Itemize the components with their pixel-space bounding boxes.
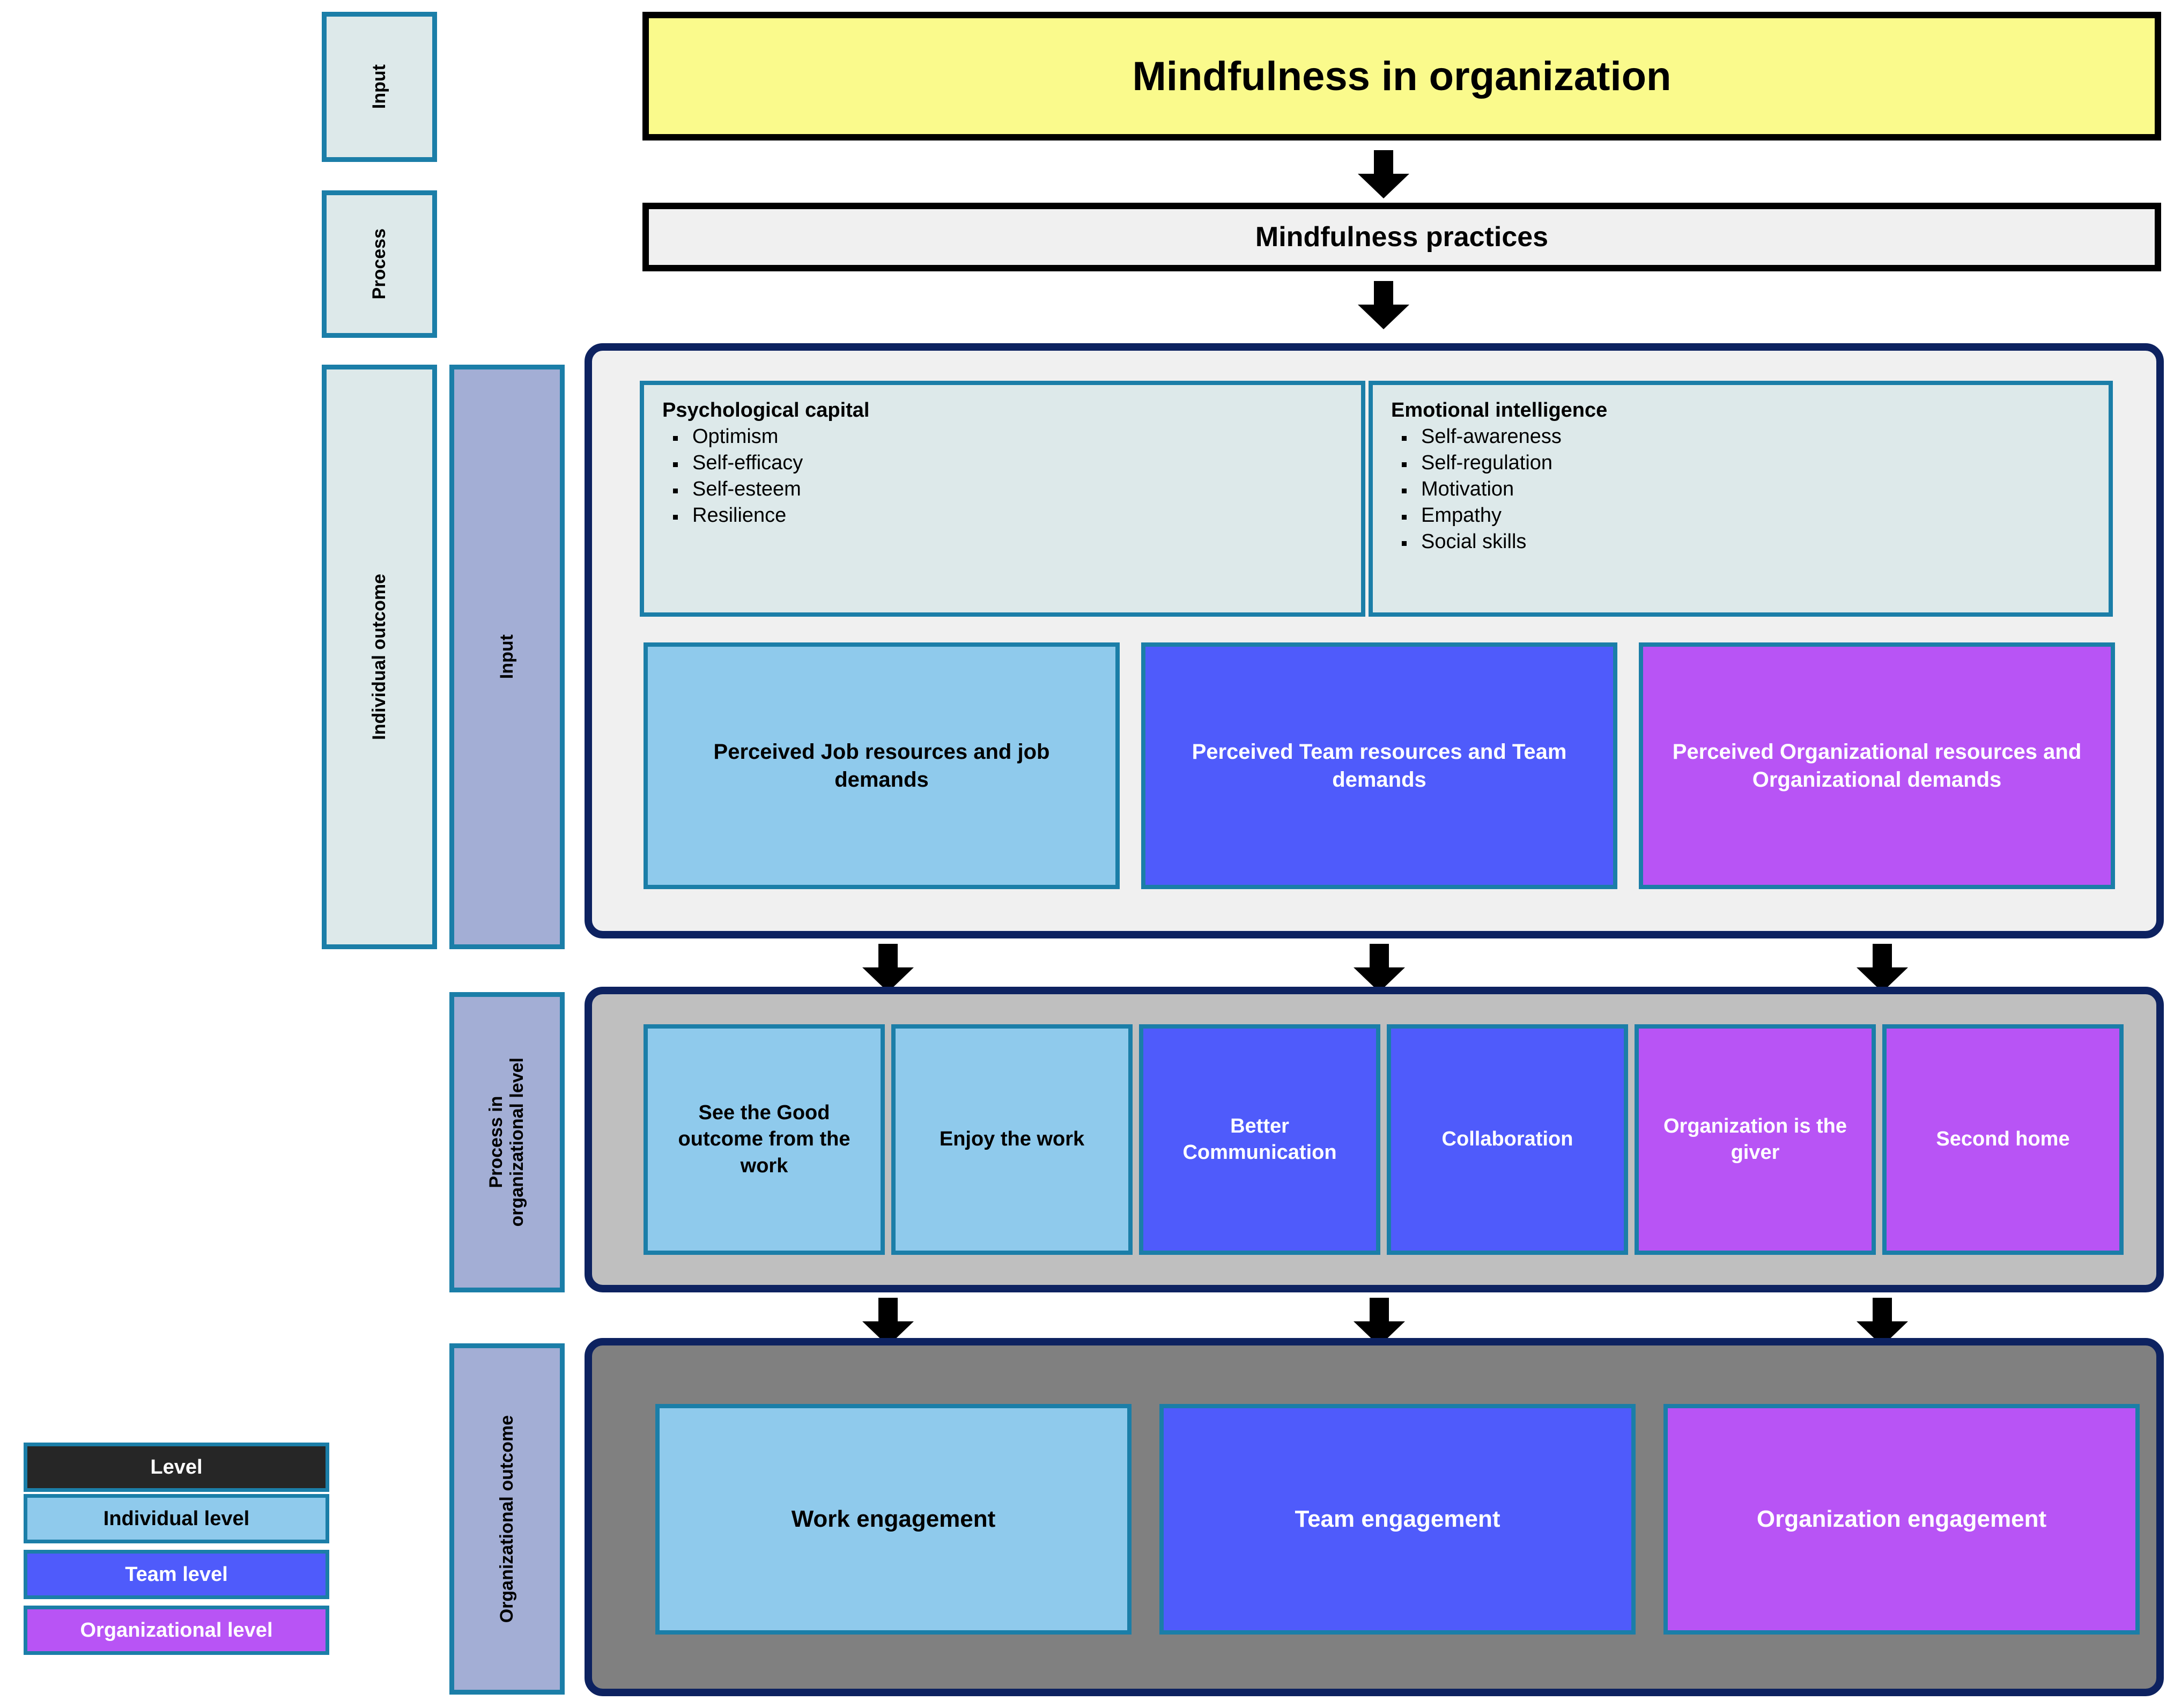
emotional-intelligence-card: Emotional intelligence Self-awareness Se… (1369, 381, 2113, 617)
psychological-capital-card: Psychological capital Optimism Self-effi… (640, 381, 1365, 617)
process-banner: Mindfulness practices (642, 203, 2161, 271)
outcome-work-engagement: Work engagement (655, 1404, 1132, 1635)
down-arrow-icon (1358, 281, 1409, 329)
arrow-individual-to-process-2 (1347, 944, 1411, 992)
stage-label-input-top-text: Input (368, 64, 389, 109)
stage-label-individual-outcome: Individual outcome (322, 365, 437, 949)
list-item: Self-awareness (1402, 425, 2090, 448)
outcome-organization-engagement: Organization engagement (1663, 1404, 2140, 1635)
process-item-label: Organization is the giver (1663, 1114, 1847, 1164)
perceived-team-resources-label: Perceived Team resources and Team demand… (1192, 740, 1567, 792)
outcome-label: Team engagement (1295, 1506, 1500, 1533)
list-item: Self-esteem (673, 478, 1343, 501)
arrow-individual-to-process-1 (856, 944, 920, 992)
process-item-collaboration: Collaboration (1387, 1024, 1628, 1255)
stage-label-input-inner-text: Input (496, 634, 517, 679)
stage-label-input-inner: Input (449, 365, 565, 949)
stage-label-input-top: Input (322, 12, 437, 162)
list-item: Self-efficacy (673, 452, 1343, 475)
perceived-organizational-resources-label: Perceived Organizational resources and O… (1672, 740, 2082, 792)
stage-label-process-top-text: Process (368, 228, 389, 300)
perceived-job-resources-label: Perceived Job resources and job demands (713, 740, 1050, 792)
stage-label-process-top: Process (322, 190, 437, 338)
psychological-capital-list: Optimism Self-efficacy Self-esteem Resil… (662, 425, 1343, 527)
down-arrow-icon (1857, 944, 1908, 992)
list-item: Social skills (1402, 530, 2090, 553)
perceived-organizational-resources-card: Perceived Organizational resources and O… (1639, 642, 2115, 889)
legend-item-individual-level: Individual level (24, 1494, 329, 1543)
stage-label-organizational-outcome-text: Organizational outcome (496, 1415, 517, 1623)
legend: Level Individual level Team level Organi… (24, 1443, 329, 1660)
emotional-intelligence-heading: Emotional intelligence (1391, 399, 1608, 422)
list-item: Optimism (673, 425, 1343, 448)
stage-label-process-org-level: Process in organizational level (449, 992, 565, 1292)
process-item-label: Second home (1936, 1128, 2070, 1151)
process-item-label: See the Good outcome from the work (678, 1101, 851, 1177)
process-banner-label: Mindfulness practices (1255, 221, 1549, 253)
process-item-enjoy-the-work: Enjoy the work (891, 1024, 1133, 1255)
arrow-individual-to-process-3 (1850, 944, 1914, 992)
perceived-team-resources-card: Perceived Team resources and Team demand… (1141, 642, 1617, 889)
stage-label-organizational-outcome: Organizational outcome (449, 1343, 565, 1695)
list-item: Empathy (1402, 504, 2090, 527)
arrow-title-to-practices (1351, 150, 1416, 198)
arrow-practices-to-individual (1351, 281, 1416, 329)
psychological-capital-heading: Psychological capital (662, 399, 870, 422)
legend-item-label: Individual level (103, 1507, 250, 1530)
process-item-better-communication: Better Communication (1139, 1024, 1380, 1255)
legend-header: Level (24, 1443, 329, 1492)
title-banner-label: Mindfulness in organization (1132, 53, 1672, 99)
legend-item-label: Organizational level (80, 1618, 273, 1642)
list-item: Resilience (673, 504, 1343, 527)
perceived-job-resources-card: Perceived Job resources and job demands (644, 642, 1120, 889)
stage-label-individual-outcome-text: Individual outcome (368, 574, 389, 740)
process-item-label: Enjoy the work (939, 1128, 1085, 1151)
process-item-organization-is-the-giver: Organization is the giver (1635, 1024, 1876, 1255)
outcome-label: Organization engagement (1756, 1506, 2047, 1533)
process-item-second-home: Second home (1882, 1024, 2124, 1255)
legend-item-label: Team level (125, 1563, 228, 1586)
down-arrow-icon (1358, 150, 1409, 198)
process-item-see-good-outcome: See the Good outcome from the work (644, 1024, 885, 1255)
process-item-label: Better Communication (1182, 1114, 1337, 1164)
title-banner: Mindfulness in organization (642, 12, 2161, 141)
stage-label-process-org-level-text: Process in organizational level (486, 1058, 528, 1227)
outcome-team-engagement: Team engagement (1159, 1404, 1636, 1635)
list-item: Self-regulation (1402, 452, 2090, 475)
process-item-label: Collaboration (1441, 1128, 1573, 1151)
list-item: Motivation (1402, 478, 2090, 501)
outcome-label: Work engagement (791, 1506, 996, 1533)
down-arrow-icon (1354, 944, 1405, 992)
legend-item-organizational-level: Organizational level (24, 1606, 329, 1655)
legend-header-label: Level (150, 1455, 203, 1478)
down-arrow-icon (862, 944, 914, 992)
legend-item-team-level: Team level (24, 1550, 329, 1599)
emotional-intelligence-list: Self-awareness Self-regulation Motivatio… (1391, 425, 2090, 553)
